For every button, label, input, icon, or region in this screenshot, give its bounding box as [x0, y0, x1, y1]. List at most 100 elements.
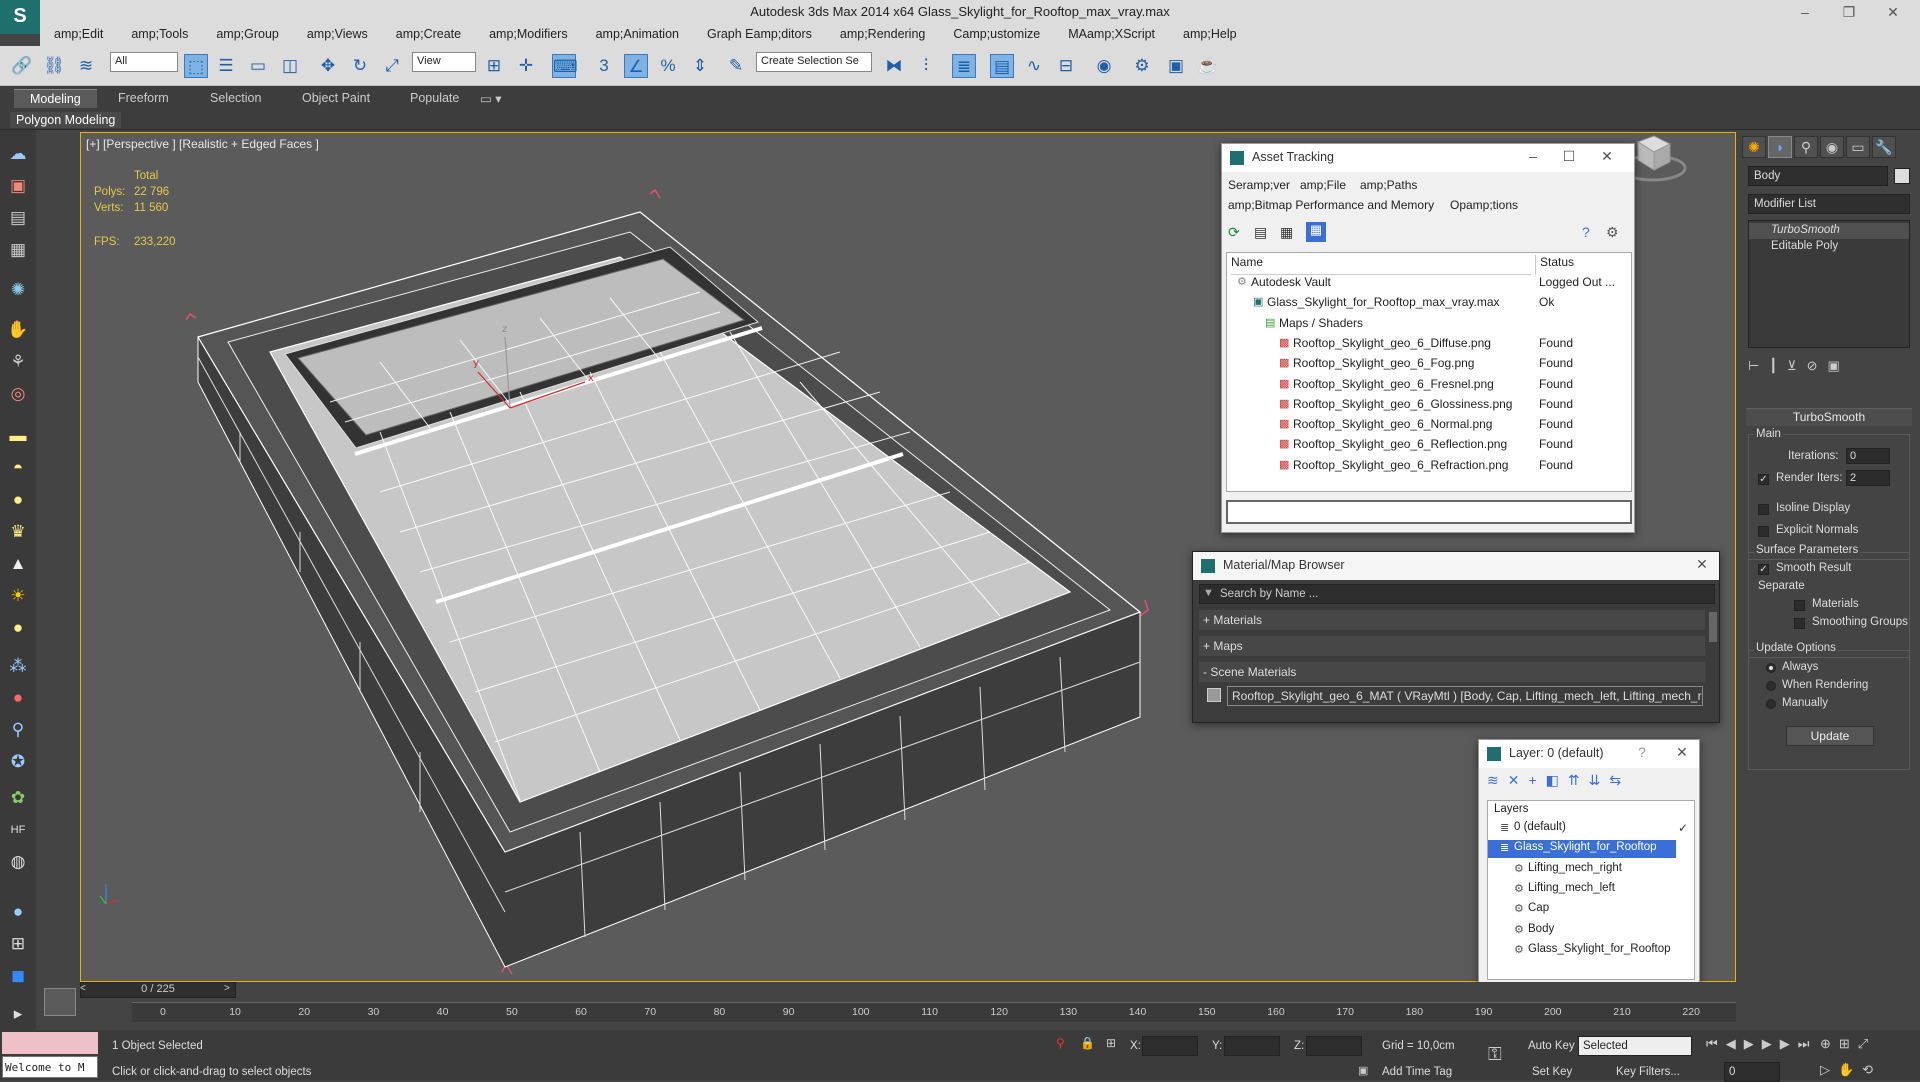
asset-path-field[interactable]: [1226, 500, 1632, 524]
lock-icon[interactable]: 🔒: [1080, 1036, 1095, 1050]
object-color-swatch[interactable]: [1894, 168, 1910, 184]
tab-populate[interactable]: Populate: [394, 89, 475, 108]
tab-modeling[interactable]: Modeling: [14, 89, 97, 108]
y-field[interactable]: [1224, 1036, 1280, 1056]
menu-tools[interactable]: amp;Tools: [117, 24, 202, 44]
scale-icon[interactable]: ⤢: [380, 54, 404, 78]
slider-next-icon[interactable]: >: [224, 983, 230, 994]
layer-row[interactable]: Glass_Skylight_for_Rooftop: [1514, 841, 1657, 861]
mmb-scrollbar[interactable]: [1709, 612, 1717, 642]
minimize-icon[interactable]: –: [1522, 148, 1544, 164]
col-status-header[interactable]: Status: [1535, 255, 1574, 275]
teapot-icon[interactable]: ☁: [6, 142, 30, 166]
align-icon[interactable]: ⫶: [914, 54, 938, 78]
globe-icon[interactable]: ✪: [6, 750, 30, 774]
menu-maxscript[interactable]: MAamp;XScript: [1054, 24, 1169, 44]
playback-controls[interactable]: ⏮◀︎▶︎▶▶⏭: [1706, 1036, 1817, 1052]
polygon-modeling-panel[interactable]: Polygon Modeling: [10, 112, 122, 128]
menu-edit[interactable]: amp;Edit: [40, 24, 117, 44]
object-name-field[interactable]: Body: [1748, 166, 1888, 186]
asset-row-name[interactable]: Rooftop_Skylight_geo_6_Diffuse.png: [1293, 336, 1491, 356]
particles-icon[interactable]: ⁂: [6, 654, 30, 678]
close-icon[interactable]: ✕: [1671, 744, 1693, 761]
asset-row-name[interactable]: Rooftop_Skylight_geo_6_Refraction.png: [1293, 458, 1508, 478]
hierarchy-icon[interactable]: ⚲: [6, 718, 30, 742]
hemisphere-icon[interactable]: ◓: [6, 456, 30, 480]
z-field[interactable]: [1306, 1036, 1362, 1056]
cone-icon[interactable]: ▲: [6, 552, 30, 576]
at-menu-bitmap[interactable]: amp;Bitmap Performance and Memory: [1228, 198, 1434, 218]
tab-freeform[interactable]: Freeform: [102, 89, 185, 108]
link-icon[interactable]: 🔗: [10, 54, 34, 78]
menu-help[interactable]: amp;Help: [1169, 24, 1251, 44]
list-view-icon[interactable]: ▤: [1254, 224, 1267, 241]
mmb-search-input[interactable]: Search by Name ...: [1199, 584, 1715, 604]
box-icon[interactable]: ▬: [6, 424, 30, 448]
x-field[interactable]: [1142, 1036, 1198, 1056]
maxscript-listener-pink[interactable]: [2, 1032, 98, 1054]
slider-prev-icon[interactable]: <: [80, 983, 86, 994]
update-button[interactable]: Update: [1786, 726, 1874, 746]
layer-row[interactable]: Cap: [1528, 902, 1549, 922]
edit-named-sel-icon[interactable]: ✎: [724, 54, 748, 78]
display-tab-icon[interactable]: ▭: [1846, 136, 1870, 158]
menu-rendering[interactable]: amp;Rendering: [826, 24, 939, 44]
minimize-icon[interactable]: –: [1790, 2, 1820, 22]
select-object-icon[interactable]: ⬚: [184, 54, 208, 78]
at-menu-server[interactable]: Seramp;ver: [1228, 178, 1290, 198]
at-menu-options[interactable]: Opamp;tions: [1450, 198, 1518, 218]
ribbon-toggle-icon[interactable]: ▤: [990, 54, 1014, 78]
mirror-icon[interactable]: ⧓: [882, 54, 906, 78]
close-icon[interactable]: ✕: [1596, 148, 1618, 165]
menu-animation[interactable]: amp;Animation: [582, 24, 693, 44]
script-icon[interactable]: ⊞: [6, 932, 30, 956]
render-setup-icon[interactable]: ⚙: [1130, 54, 1154, 78]
smoothing-groups-checkbox[interactable]: [1794, 618, 1805, 629]
expand-icon[interactable]: ▸: [6, 1002, 30, 1026]
abs-mode-icon[interactable]: ⊞: [1106, 1036, 1116, 1050]
maximize-icon[interactable]: ☐: [1558, 148, 1580, 165]
menu-group[interactable]: amp;Group: [202, 24, 293, 44]
sun-icon[interactable]: ☀: [6, 584, 30, 608]
refresh-icon[interactable]: ⟳: [1228, 224, 1240, 241]
spinner-snap-icon[interactable]: ⇕: [688, 54, 712, 78]
set-key-button[interactable]: Set Key: [1532, 1066, 1572, 1078]
app-logo-button[interactable]: S: [0, 0, 40, 34]
biped-icon[interactable]: ⚘: [6, 350, 30, 374]
select-by-name-icon[interactable]: ☰: [214, 54, 238, 78]
settings-icon[interactable]: ⚙: [1606, 224, 1619, 241]
render-iters-checkbox[interactable]: ✓: [1758, 474, 1769, 485]
menu-graph-editors[interactable]: Graph Eamp;ditors: [693, 24, 826, 44]
time-slider[interactable]: 0 / 225: [80, 982, 236, 998]
help-icon[interactable]: ?: [1582, 224, 1590, 240]
utilities-tab-icon[interactable]: 🔧: [1872, 136, 1896, 158]
key-mode-select[interactable]: Selected: [1578, 1036, 1692, 1056]
foliage-icon[interactable]: ✿: [6, 786, 30, 810]
close-icon[interactable]: ✕: [1691, 556, 1713, 573]
menu-customize[interactable]: Camp;ustomize: [939, 24, 1054, 44]
named-selection-input[interactable]: Create Selection Se: [756, 52, 872, 72]
help-icon[interactable]: ?: [1631, 744, 1653, 760]
percent-snap-icon[interactable]: %: [656, 54, 680, 78]
manually-radio[interactable]: [1766, 699, 1776, 709]
render-icon[interactable]: ▣: [6, 174, 30, 198]
angle-snap-icon[interactable]: ∠: [624, 54, 648, 78]
layer-row[interactable]: Lifting_mech_left: [1528, 882, 1615, 902]
menu-modifiers[interactable]: amp;Modifiers: [475, 24, 582, 44]
material-editor-icon[interactable]: ◉: [1092, 54, 1116, 78]
auto-key-button[interactable]: Auto Key: [1528, 1040, 1575, 1052]
maxscript-listener[interactable]: Welcome to M: [2, 1056, 98, 1078]
layer-dialog-title[interactable]: Layer: 0 (default): [1479, 740, 1699, 768]
restore-icon[interactable]: ❐: [1834, 2, 1864, 22]
menu-views[interactable]: amp;Views: [293, 24, 382, 44]
keyboard-shortcut-icon[interactable]: ⌨: [552, 54, 578, 78]
always-radio[interactable]: [1766, 663, 1776, 673]
time-tag-icon[interactable]: ▣: [1358, 1064, 1368, 1077]
sphere-icon[interactable]: ●: [6, 488, 30, 512]
move-icon[interactable]: ✥: [316, 54, 340, 78]
materials-checkbox[interactable]: [1794, 600, 1805, 611]
grid-icon[interactable]: ▦: [6, 238, 30, 262]
add-time-tag[interactable]: Add Time Tag: [1382, 1066, 1452, 1078]
layer-row[interactable]: Body: [1528, 923, 1554, 943]
close-icon[interactable]: ✕: [1878, 2, 1908, 22]
